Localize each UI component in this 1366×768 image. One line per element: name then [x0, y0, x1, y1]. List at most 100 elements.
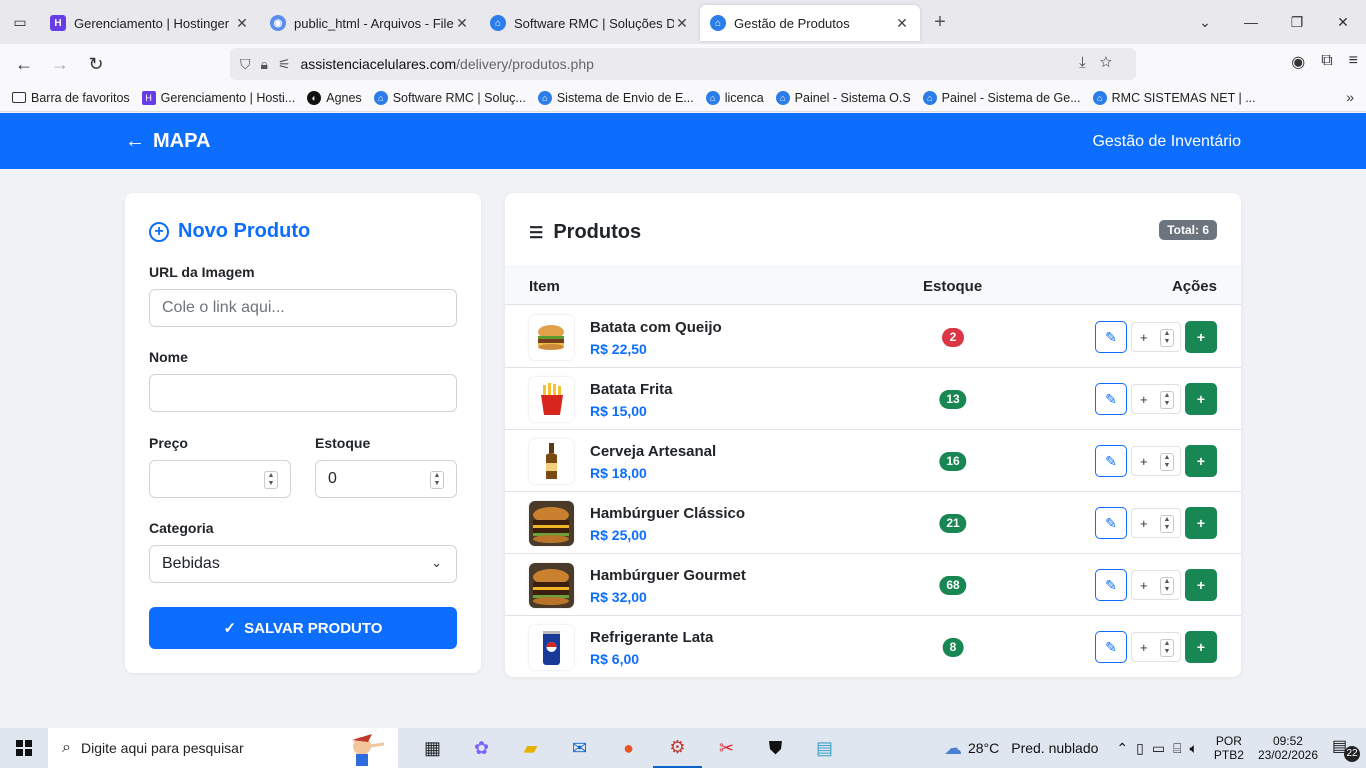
product-thumbnail	[529, 625, 574, 670]
address-bar[interactable]: ⛉ 🔒︎ ⚟ assistenciacelulares.com/delivery…	[230, 48, 1136, 80]
close-icon[interactable]: ✕	[894, 15, 910, 32]
quantity-stepper[interactable]: + ▲ ▼	[1131, 508, 1181, 538]
menu-icon[interactable]: ≡	[1349, 52, 1358, 72]
edit-button[interactable]: ✎	[1095, 569, 1127, 601]
snipping-tool-icon[interactable]: ✂	[702, 728, 751, 768]
number-spinner-icon[interactable]: ▲ ▼	[1160, 391, 1174, 409]
edit-button[interactable]: ✎	[1095, 383, 1127, 415]
site-permissions-icon[interactable]: ⚟	[278, 56, 291, 73]
bookmark-item[interactable]: ⌂ Software RMC | Soluç...	[373, 90, 526, 105]
bookmark-item[interactable]: ⌂ licenca	[705, 90, 764, 105]
chevron-down-icon: ⌄	[431, 555, 442, 570]
firefox-icon[interactable]: ●	[604, 728, 653, 768]
reload-icon[interactable]: ↻	[78, 54, 114, 75]
clock[interactable]: 09:52 23/02/2026	[1258, 734, 1318, 762]
tab-file-browser[interactable]: ◉ public_html - Arquivos - File Bro ✕	[260, 5, 480, 41]
new-tab-icon[interactable]: +	[920, 11, 960, 34]
save-product-button[interactable]: ✓ SALVAR PRODUTO	[149, 607, 457, 649]
tab-gestao-produtos[interactable]: ⌂ Gestão de Produtos ✕	[700, 5, 920, 41]
windows-start-icon[interactable]	[0, 728, 48, 768]
add-stock-button[interactable]: +	[1185, 321, 1217, 353]
weather-widget[interactable]: ☁ 28°C Pred. nublado	[944, 738, 1098, 759]
tab-software-rmc[interactable]: ⌂ Software RMC | Soluções Digita ✕	[480, 5, 700, 41]
add-stock-button[interactable]: +	[1185, 383, 1217, 415]
language-indicator[interactable]: POR PTB2	[1214, 734, 1244, 762]
outlook-icon[interactable]: ✉	[555, 728, 604, 768]
close-icon[interactable]: ✕	[234, 15, 250, 32]
brand-link[interactable]: ← MAPA	[125, 130, 210, 153]
quantity-stepper[interactable]: + ▲ ▼	[1131, 632, 1181, 662]
close-icon[interactable]: ✕	[674, 15, 690, 32]
lock-icon[interactable]: 🔒︎	[261, 56, 268, 73]
number-spinner-icon[interactable]: ▲ ▼	[1160, 577, 1174, 595]
tab-hostinger[interactable]: H Gerenciamento | Hostinger ✕	[40, 5, 260, 41]
price-input[interactable]: ▲ ▼	[149, 460, 291, 498]
bookmark-label: licenca	[724, 90, 764, 105]
edit-button[interactable]: ✎	[1095, 507, 1127, 539]
bookmark-item[interactable]: ⌂ Sistema de Envio de E...	[537, 90, 694, 105]
category-select[interactable]: Bebidas ⌄	[149, 545, 457, 583]
tab-overflow-chevron-icon[interactable]: ⌄	[1182, 14, 1228, 31]
network-icon[interactable]: ⌸	[1173, 740, 1189, 756]
bookmark-item[interactable]: ◐ Agnes	[307, 90, 362, 105]
app-icon[interactable]: ⚙	[653, 728, 702, 768]
close-window-icon[interactable]: ✕	[1320, 14, 1366, 31]
quantity-stepper[interactable]: + ▲ ▼	[1131, 322, 1181, 352]
number-spinner-icon[interactable]: ▲ ▼	[1160, 515, 1174, 533]
bookmark-item[interactable]: ⌂ Painel - Sistema O.S	[775, 90, 911, 105]
add-stock-button[interactable]: +	[1185, 631, 1217, 663]
edit-button[interactable]: ✎	[1095, 321, 1127, 353]
battery-icon[interactable]: ▭	[1152, 740, 1173, 756]
add-stock-button[interactable]: +	[1185, 507, 1217, 539]
house-icon: ⌂	[775, 90, 790, 105]
copilot-icon[interactable]: ✿	[457, 728, 506, 768]
add-stock-label: +	[1196, 329, 1206, 345]
volume-icon[interactable]: 🔈︎	[1190, 740, 1206, 756]
device-icon[interactable]: ▯	[1136, 740, 1152, 756]
bookmark-item[interactable]: H Gerenciamento | Hosti...	[141, 90, 295, 105]
house-icon: ⌂	[1092, 90, 1107, 105]
add-stock-button[interactable]: +	[1185, 569, 1217, 601]
quantity-stepper[interactable]: + ▲ ▼	[1131, 446, 1181, 476]
bookmark-folder[interactable]: Barra de favoritos	[12, 91, 130, 105]
edit-button[interactable]: ✎	[1095, 445, 1127, 477]
forward-icon[interactable]: →	[42, 54, 78, 75]
product-price: R$ 15,00	[590, 403, 647, 419]
file-explorer-icon[interactable]: ▰	[506, 728, 555, 768]
number-spinner-icon[interactable]: ▲ ▼	[264, 471, 278, 489]
tab-list-icon[interactable]: ▭	[0, 0, 40, 44]
quantity-stepper[interactable]: + ▲ ▼	[1131, 570, 1181, 600]
number-spinner-icon[interactable]: ▲ ▼	[430, 471, 444, 489]
product-name: Hambúrguer Clássico	[590, 505, 746, 522]
edit-button[interactable]: ✎	[1095, 631, 1127, 663]
number-spinner-icon[interactable]: ▲ ▼	[1160, 453, 1174, 471]
taskbar-search-input[interactable]: ⌕ Digite aqui para pesquisar	[48, 728, 398, 768]
minimize-icon[interactable]: —	[1228, 14, 1274, 30]
task-view-icon[interactable]: ▦	[408, 728, 457, 768]
bookmark-star-icon[interactable]: ☆	[1100, 54, 1126, 71]
stock-label: Estoque	[315, 435, 371, 451]
stock-input[interactable]: 0 ▲ ▼	[315, 460, 457, 498]
image-url-input[interactable]: Cole o link aqui...	[149, 289, 457, 327]
bookmark-item[interactable]: ⌂ RMC SISTEMAS NET | ...	[1092, 90, 1256, 105]
pencil-icon: ✎	[1105, 576, 1117, 593]
security-icon[interactable]: ⛊	[751, 728, 800, 768]
restore-icon[interactable]: ❐	[1274, 14, 1320, 31]
notepad-icon[interactable]: ▤	[800, 728, 849, 768]
number-spinner-icon[interactable]: ▲ ▼	[1160, 639, 1174, 657]
account-icon[interactable]: ◉	[1291, 52, 1305, 72]
pencil-icon: ✎	[1105, 390, 1117, 407]
shield-icon[interactable]: ⛉	[240, 56, 251, 73]
name-input[interactable]	[149, 374, 457, 412]
back-icon[interactable]: ←	[6, 54, 42, 75]
close-icon[interactable]: ✕	[454, 15, 470, 32]
extensions-icon[interactable]: ⧉	[1321, 52, 1332, 72]
bookmarks-overflow-icon[interactable]: »	[1346, 89, 1354, 105]
bookmark-item[interactable]: ⌂ Painel - Sistema de Ge...	[922, 90, 1081, 105]
chevron-up-icon[interactable]: ⌃	[1116, 740, 1136, 756]
number-spinner-icon[interactable]: ▲ ▼	[1160, 329, 1174, 347]
notifications-icon[interactable]: ▤ 22	[1332, 736, 1360, 762]
add-stock-button[interactable]: +	[1185, 445, 1217, 477]
quantity-stepper[interactable]: + ▲ ▼	[1131, 384, 1181, 414]
save-page-icon[interactable]: ⤓	[1079, 54, 1100, 71]
